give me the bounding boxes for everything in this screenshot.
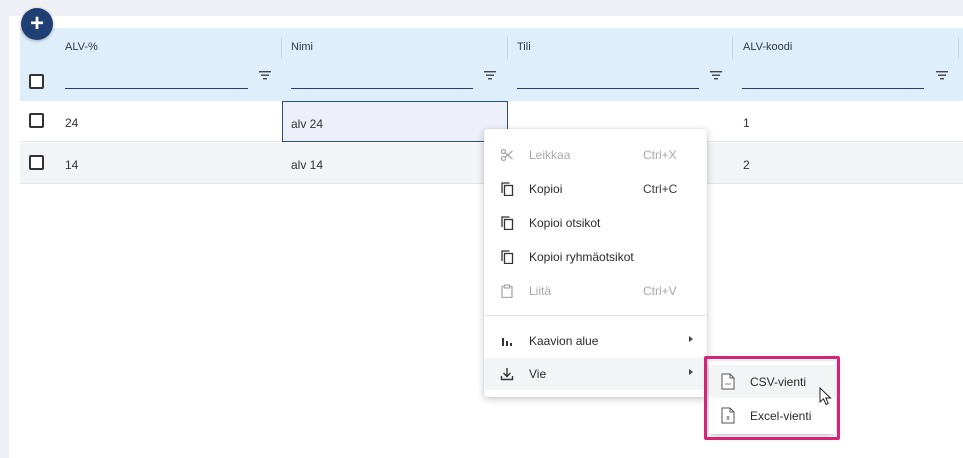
row-checkbox[interactable] xyxy=(29,155,44,170)
menu-item-label: Excel-vienti xyxy=(750,409,812,423)
filter-input-tili[interactable] xyxy=(517,88,699,89)
select-all-checkbox[interactable] xyxy=(29,74,44,89)
row-checkbox[interactable] xyxy=(29,113,44,128)
paste-icon xyxy=(501,284,513,298)
menu-item-chart-range[interactable]: Kaavion alue xyxy=(484,325,707,357)
filter-input-nimi[interactable] xyxy=(291,88,473,89)
cell-alv-percent[interactable]: 14 xyxy=(65,158,78,172)
context-menu: Leikkaa Ctrl+X Kopioi Ctrl+C Kopioi otsi… xyxy=(484,129,707,397)
menu-item-paste[interactable]: Liitä Ctrl+V xyxy=(484,275,707,307)
download-icon xyxy=(500,368,514,381)
column-header-nimi[interactable]: Nimi xyxy=(291,41,313,53)
filter-input-alv-koodi[interactable] xyxy=(742,88,924,89)
cell-alv-percent[interactable]: 24 xyxy=(65,116,78,130)
csv-file-icon: csv xyxy=(721,373,735,390)
menu-item-excel-export[interactable]: x Excel-vienti xyxy=(709,399,836,432)
menu-item-label: Kopioi ryhmäotsikot xyxy=(529,250,634,264)
mouse-pointer-icon xyxy=(819,387,832,406)
copy-icon xyxy=(501,250,514,264)
bar-chart-icon xyxy=(502,338,512,346)
menu-item-label: Vie xyxy=(529,367,547,381)
menu-item-csv-export[interactable]: csv CSV-vienti xyxy=(709,365,836,398)
menu-item-shortcut: Ctrl+C xyxy=(643,182,678,196)
column-header-alv-koodi[interactable]: ALV-koodi xyxy=(743,41,792,53)
menu-item-label: Kopioi xyxy=(529,182,563,196)
menu-item-shortcut: Ctrl+V xyxy=(643,284,677,298)
scissors-icon xyxy=(500,148,513,162)
menu-item-label: Leikkaa xyxy=(529,148,571,162)
filter-icon[interactable] xyxy=(258,69,272,81)
menu-item-label: Liitä xyxy=(529,284,552,298)
column-separator[interactable] xyxy=(281,37,282,59)
copy-icon xyxy=(501,182,514,196)
excel-file-icon: x xyxy=(721,407,735,424)
column-header-alv-percent[interactable]: ALV-% xyxy=(65,41,98,53)
svg-text:csv: csv xyxy=(725,381,731,386)
filter-icon[interactable] xyxy=(483,69,497,81)
menu-item-label: Kopioi otsikot xyxy=(529,216,601,230)
menu-item-cut[interactable]: Leikkaa Ctrl+X xyxy=(484,139,707,171)
menu-item-shortcut: Ctrl+X xyxy=(643,148,677,162)
cell-alv-koodi[interactable]: 2 xyxy=(743,158,750,172)
cell-nimi[interactable]: alv 24 xyxy=(291,117,323,131)
cell-nimi-focused[interactable]: alv 24 xyxy=(282,101,508,142)
column-separator[interactable] xyxy=(507,37,508,59)
column-separator[interactable] xyxy=(732,37,733,59)
filter-icon[interactable] xyxy=(709,69,723,81)
menu-item-copy[interactable]: Kopioi Ctrl+C xyxy=(484,173,707,205)
export-submenu: csv CSV-vienti x Excel-vienti xyxy=(709,361,836,434)
submenu-arrow-icon xyxy=(689,369,693,375)
submenu-arrow-icon xyxy=(689,336,693,342)
menu-separator xyxy=(484,315,707,316)
add-button[interactable]: + xyxy=(21,8,53,40)
menu-item-label: CSV-vienti xyxy=(750,375,807,389)
menu-item-label: Kaavion alue xyxy=(529,334,599,348)
filter-icon[interactable] xyxy=(935,69,949,81)
cell-alv-koodi[interactable]: 1 xyxy=(743,116,750,130)
copy-icon xyxy=(501,216,514,230)
cell-nimi[interactable]: alv 14 xyxy=(291,158,323,172)
column-separator[interactable] xyxy=(958,37,959,59)
column-header-tili[interactable]: Tili xyxy=(517,41,531,53)
svg-text:x: x xyxy=(726,415,730,422)
menu-item-copy-headers[interactable]: Kopioi otsikot xyxy=(484,207,707,239)
menu-item-export[interactable]: Vie xyxy=(484,358,707,390)
filter-input-alv-percent[interactable] xyxy=(65,88,248,89)
grid-header: ALV-% Nimi Tili ALV-koodi xyxy=(20,28,963,101)
menu-item-copy-group-headers[interactable]: Kopioi ryhmäotsikot xyxy=(484,241,707,273)
